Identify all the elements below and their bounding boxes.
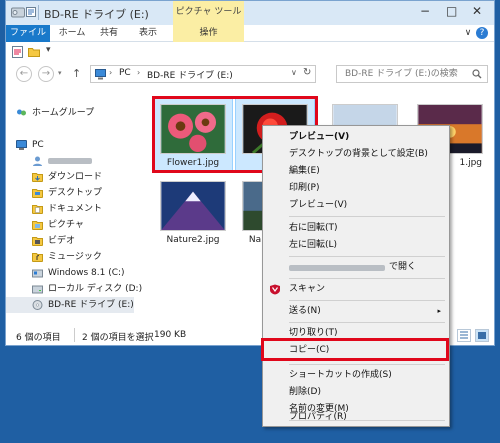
qat-dropdown-button[interactable]: ▾ <box>46 45 51 55</box>
menu-item-open-with[interactable]: で開く <box>263 259 449 276</box>
user-folder-icon <box>33 156 42 166</box>
drive-icon <box>32 285 43 294</box>
menu-item-preview[interactable]: プレビュー(V) <box>263 197 449 214</box>
menu-item-scan[interactable]: スキャン <box>263 281 449 298</box>
file-name: Nature2.jpg <box>166 235 220 245</box>
menu-separator <box>289 300 445 301</box>
forward-button[interactable]: → <box>38 66 54 82</box>
copy-callout <box>261 338 449 361</box>
desktop-folder-icon <box>32 189 43 198</box>
properties-icon[interactable] <box>12 46 23 58</box>
status-separator <box>74 328 75 342</box>
search-placeholder: BD-RE ドライブ (E:)の検索 <box>345 69 458 79</box>
menu-separator <box>289 256 445 257</box>
address-row: ← → ▾ ↑ › PC › BD-RE ドライブ (E:) ∨ ↻ BD-RE… <box>6 62 494 86</box>
breadcrumb-drive[interactable]: BD-RE ドライブ (E:) <box>147 68 233 81</box>
sidebar-item-drive-c[interactable]: Windows 8.1 (C:) <box>6 265 134 281</box>
tab-manage[interactable]: 操作 <box>173 25 244 42</box>
breadcrumb-separator: › <box>137 68 141 77</box>
menu-separator <box>289 216 445 217</box>
menu-item-set-background[interactable]: デスクトップの背景として設定(B) <box>263 146 449 163</box>
picture-tools-title: ピクチャ ツール <box>173 1 244 25</box>
windows-drive-icon <box>32 269 43 278</box>
menu-item-print[interactable]: 印刷(P) <box>263 180 449 197</box>
music-folder-icon <box>32 253 43 262</box>
pc-icon <box>16 140 27 150</box>
homegroup-icon <box>17 109 26 116</box>
breadcrumb-separator: › <box>109 68 113 77</box>
close-button[interactable]: ✕ <box>472 4 482 18</box>
sidebar-item-desktop[interactable]: デスクトップ <box>6 185 134 201</box>
menu-item-rotate-right[interactable]: 右に回転(T) <box>263 220 449 237</box>
sidebar-item-downloads[interactable]: ダウンロード <box>6 169 134 185</box>
context-menu: プレビュー(V) デスクトップの背景として設定(B) 編集(E) 印刷(P) プ… <box>261 125 450 427</box>
window-title: BD-RE ドライブ (E:) <box>44 8 149 21</box>
recent-dropdown-icon[interactable]: ▾ <box>58 69 62 77</box>
maximize-button[interactable]: □ <box>446 4 457 18</box>
pictures-folder-icon <box>32 221 43 230</box>
address-bar[interactable]: › PC › BD-RE ドライブ (E:) ∨ ↻ <box>90 65 316 83</box>
tab-file[interactable]: ファイル <box>6 25 50 42</box>
minimize-button[interactable]: − <box>420 4 430 18</box>
menu-separator <box>289 322 445 323</box>
address-dropdown-button[interactable]: ∨ <box>291 68 297 77</box>
documents-folder-icon <box>32 205 43 214</box>
selection-size: 190 KB <box>154 330 187 340</box>
blurred-username <box>48 157 92 164</box>
menu-item-create-shortcut[interactable]: ショートカットの作成(S) <box>263 367 449 384</box>
navigation-pane: ホームグループ PC ダウンロード デスクトップ ドキュメント ピクチャ ビデオ… <box>6 89 142 319</box>
sidebar-item-drive-e[interactable]: BD-RE ドライブ (E:) <box>6 297 134 313</box>
sidebar-item-homegroup[interactable]: ホームグループ <box>6 105 134 121</box>
up-button[interactable]: ↑ <box>72 67 81 80</box>
sidebar-item-drive-d[interactable]: ローカル ディスク (D:) <box>6 281 142 297</box>
menu-item-rotate-left[interactable]: 左に回転(L) <box>263 237 449 254</box>
sidebar-item-pc[interactable]: PC <box>6 137 134 153</box>
search-icon[interactable] <box>472 69 482 79</box>
menu-item-delete[interactable]: 削除(D) <box>263 384 449 401</box>
menu-separator <box>289 278 445 279</box>
blurred-app-name <box>289 265 385 271</box>
tab-home[interactable]: ホーム <box>54 25 90 42</box>
videos-folder-icon <box>32 237 43 246</box>
menu-item-edit[interactable]: 編集(E) <box>263 163 449 180</box>
tab-view[interactable]: 表示 <box>130 25 166 42</box>
ribbon-collapse-button[interactable]: ∨ <box>462 25 474 42</box>
sidebar-item-music[interactable]: ミュージック <box>6 249 134 265</box>
menu-item-send-to[interactable]: 送る(N) ▸ <box>263 303 449 320</box>
title-bar: BD-RE ドライブ (E:) ピクチャ ツール − □ ✕ <box>6 1 494 25</box>
drive-icon <box>11 7 25 18</box>
menu-separator <box>289 364 445 365</box>
help-button[interactable]: ? <box>476 27 488 39</box>
title-separator <box>38 5 39 20</box>
menu-item-preview-default[interactable]: プレビュー(V) <box>263 129 449 146</box>
search-input[interactable]: BD-RE ドライブ (E:)の検索 <box>336 65 488 83</box>
tab-share[interactable]: 共有 <box>94 25 124 42</box>
downloads-folder-icon <box>32 173 43 182</box>
menu-item-properties[interactable]: プロパティ(R) <box>263 409 449 426</box>
properties-icon[interactable] <box>26 7 36 17</box>
ribbon-tabs: ファイル ホーム 共有 表示 操作 ∨ ? <box>6 25 494 42</box>
mountain-thumbnail <box>160 181 226 231</box>
details-view-button[interactable] <box>457 329 471 342</box>
item-count: 6 個の項目 <box>16 333 61 343</box>
refresh-button[interactable]: ↻ <box>303 67 311 78</box>
large-icons-view-button[interactable] <box>475 329 489 342</box>
sidebar-item-user[interactable] <box>6 153 134 169</box>
details-view-icon <box>460 331 468 339</box>
sidebar-item-videos[interactable]: ビデオ <box>6 233 134 249</box>
pc-icon <box>95 69 106 80</box>
quick-access-toolbar: ▾ <box>6 43 494 61</box>
sidebar-item-pictures[interactable]: ピクチャ <box>6 217 134 233</box>
breadcrumb-pc[interactable]: PC <box>119 68 131 78</box>
new-folder-icon[interactable] <box>28 46 40 57</box>
submenu-arrow-icon: ▸ <box>437 307 441 315</box>
large-icons-view-icon <box>478 332 486 339</box>
disc-drive-icon <box>32 300 43 310</box>
back-button[interactable]: ← <box>16 66 32 82</box>
selection-count: 2 個の項目を選択 <box>82 333 154 343</box>
antivirus-shield-icon <box>270 284 280 295</box>
sidebar-item-documents[interactable]: ドキュメント <box>6 201 134 217</box>
